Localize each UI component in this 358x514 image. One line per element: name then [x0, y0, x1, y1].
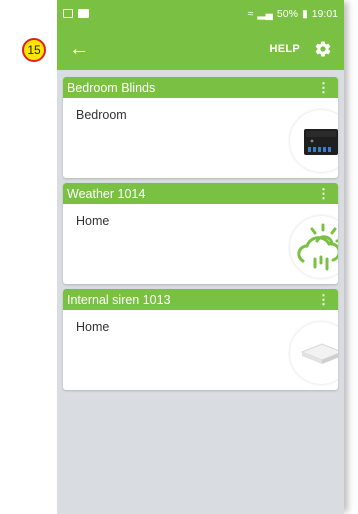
device-location: Bedroom: [76, 108, 127, 122]
more-vert-icon[interactable]: ⋮: [317, 81, 330, 94]
status-bar: ≈ ▂▄ 50% ▮ 19:01: [57, 0, 344, 27]
wifi-icon: ≈: [247, 7, 254, 20]
device-card-header: Bedroom Blinds ⋮: [63, 77, 338, 98]
device-location: Home: [76, 214, 110, 228]
device-card-internal-siren[interactable]: Internal siren 1013 ⋮ Home: [63, 289, 338, 390]
status-indicators: ≈ ▂▄ 50% ▮ 19:01: [248, 8, 338, 20]
status-time: 19:01: [311, 7, 338, 20]
blind-module-icon: [290, 110, 338, 172]
device-card-bedroom-blinds[interactable]: Bedroom Blinds ⋮ Bedroom: [63, 77, 338, 178]
signal-icon: ▂▄: [257, 7, 273, 20]
message-notification-icon: [78, 9, 89, 18]
status-notifications: [63, 9, 89, 18]
back-arrow-icon[interactable]: ←: [69, 39, 89, 59]
more-vert-icon[interactable]: ⋮: [317, 293, 330, 306]
app-toolbar: ← HELP: [57, 27, 344, 70]
image-notification-icon: [63, 9, 73, 18]
battery-level: 50%: [276, 7, 298, 20]
annotation-badge-number: 15: [27, 43, 41, 57]
battery-icon: ▮: [301, 7, 308, 20]
device-card-weather[interactable]: Weather 1014 ⋮ Home: [63, 183, 338, 284]
weather-cloud-sun-rain-icon: [290, 216, 338, 278]
device-name: Bedroom Blinds: [67, 80, 156, 95]
app-screen: ≈ ▂▄ 50% ▮ 19:01 ← HELP Bedroom Blinds ⋮…: [57, 0, 344, 514]
device-card-header: Weather 1014 ⋮: [63, 183, 338, 204]
device-card-body: Home: [63, 310, 338, 390]
more-vert-icon[interactable]: ⋮: [317, 187, 330, 200]
device-card-body: Home: [63, 204, 338, 284]
device-list: Bedroom Blinds ⋮ Bedroom Weather 1014 ⋮ …: [57, 70, 344, 390]
device-name: Weather 1014: [67, 186, 146, 201]
device-location: Home: [76, 320, 110, 334]
siren-device-icon: [290, 322, 338, 384]
toolbar-actions: HELP: [269, 40, 332, 58]
device-card-header: Internal siren 1013 ⋮: [63, 289, 338, 310]
device-card-body: Bedroom: [63, 98, 338, 178]
device-name: Internal siren 1013: [67, 292, 171, 307]
gear-icon[interactable]: [314, 40, 332, 58]
help-button[interactable]: HELP: [269, 43, 300, 55]
annotation-badge: 15: [22, 38, 46, 62]
